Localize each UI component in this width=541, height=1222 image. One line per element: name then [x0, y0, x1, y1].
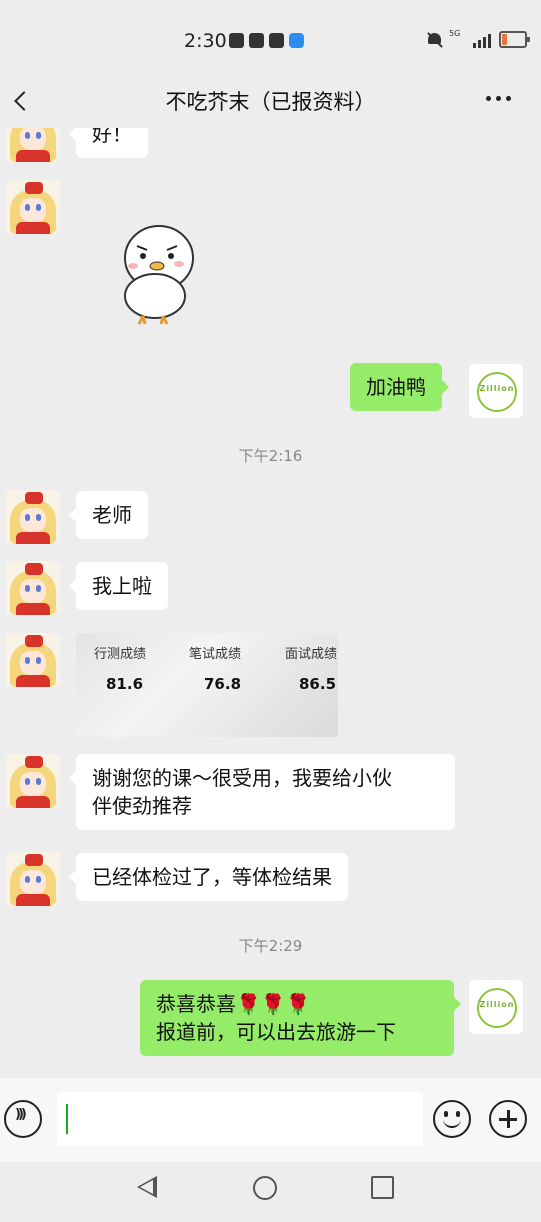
- logo-text: Zillion: [479, 384, 515, 393]
- my-avatar[interactable]: Zillion: [469, 980, 523, 1034]
- status-time: 2:30: [184, 30, 227, 52]
- message-text: 已经体检过了，等体检结果: [92, 865, 332, 889]
- contact-avatar[interactable]: [6, 180, 60, 234]
- message-bubble[interactable]: 老师: [69, 491, 148, 539]
- mail-icon: [269, 33, 284, 48]
- contact-avatar[interactable]: [6, 561, 60, 615]
- score-header: 笔试成绩: [189, 647, 242, 662]
- emoji-button[interactable]: [433, 1100, 471, 1138]
- notification-icons: [229, 33, 304, 48]
- score-value: 76.8: [204, 675, 242, 693]
- message-bubble[interactable]: 恭喜恭喜🌹🌹🌹 报道前，可以出去旅游一下: [140, 980, 461, 1056]
- dot-icon: [496, 96, 501, 101]
- message-bubble[interactable]: 加油鸭: [350, 363, 449, 411]
- nav-back-button[interactable]: [137, 1176, 157, 1198]
- nav-recents-button[interactable]: [371, 1176, 394, 1199]
- my-avatar[interactable]: Zillion: [469, 364, 523, 418]
- logo-text: Zillion: [479, 1000, 515, 1009]
- contact-avatar[interactable]: [6, 633, 60, 687]
- message-text-line: 报道前，可以出去旅游一下: [156, 1020, 396, 1044]
- voice-button[interactable]: [4, 1100, 42, 1138]
- message-text: 加油鸭: [366, 375, 426, 399]
- message-text-line: 谢谢您的课～很受用，我要给小伙: [92, 766, 392, 790]
- chat-header: 不吃芥末（已报资料）: [0, 80, 541, 120]
- contact-avatar[interactable]: [6, 852, 60, 906]
- chat-title: 不吃芥末（已报资料）: [165, 90, 376, 114]
- signal-icon: [473, 32, 491, 48]
- message-input[interactable]: [57, 1092, 423, 1146]
- contact-avatar[interactable]: [6, 490, 60, 544]
- cloud-app-icon: [289, 33, 304, 48]
- mute-bell-icon: [426, 31, 443, 48]
- input-bar: [0, 1078, 541, 1162]
- nav-home-button[interactable]: [253, 1176, 277, 1200]
- contact-avatar[interactable]: [6, 754, 60, 808]
- more-options-button[interactable]: [486, 96, 511, 101]
- message-list[interactable]: 好！ Zillion 加油鸭 下午2:16 老师 我上啦 行测成绩 笔试成绩 面…: [0, 128, 541, 1078]
- qq-icon: [249, 33, 264, 48]
- message-bubble[interactable]: 我上啦: [69, 562, 168, 610]
- duck-sticker[interactable]: [115, 218, 201, 328]
- message-text: 我上啦: [92, 574, 152, 598]
- contact-avatar[interactable]: [6, 128, 60, 162]
- message-text: 好！: [92, 128, 132, 146]
- system-icons: [426, 31, 530, 48]
- timestamp: 下午2:29: [238, 937, 303, 955]
- network-label: 5G: [449, 29, 461, 38]
- message-text: 老师: [92, 503, 132, 527]
- battery-saver-icon: [229, 33, 244, 48]
- dot-icon: [506, 96, 511, 101]
- timestamp: 下午2:16: [238, 447, 303, 465]
- message-bubble[interactable]: 谢谢您的课～很受用，我要给小伙 伴使劲推荐: [69, 754, 455, 830]
- battery-icon: [499, 31, 530, 48]
- dot-icon: [486, 96, 491, 101]
- system-navigation-bar: [0, 1162, 541, 1222]
- score-header: 行测成绩: [94, 647, 147, 662]
- message-text-line: 伴使劲推荐: [92, 794, 192, 818]
- status-bar: 2:30 5G: [0, 0, 541, 80]
- score-image[interactable]: 行测成绩 笔试成绩 面试成绩 81.6 76.8 86.5: [76, 633, 338, 737]
- message-text-line: 恭喜恭喜🌹🌹🌹: [156, 992, 311, 1016]
- message-bubble[interactable]: 已经体检过了，等体检结果: [69, 853, 348, 901]
- score-value: 86.5: [299, 675, 337, 693]
- score-value: 81.6: [106, 675, 144, 693]
- text-cursor: [66, 1104, 68, 1134]
- score-header: 面试成绩: [285, 647, 338, 662]
- message-bubble[interactable]: 好！: [69, 128, 148, 158]
- more-functions-button[interactable]: [489, 1100, 527, 1138]
